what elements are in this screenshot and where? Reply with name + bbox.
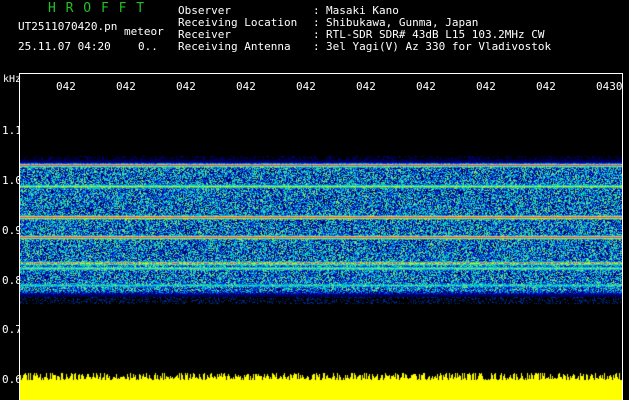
info-value-antenna: 3el Yagi(V) Az 330 for Vladivostok — [326, 40, 552, 53]
info-label-observer: Observer — [178, 4, 231, 17]
info-label-location: Receiving Location — [178, 16, 298, 29]
meteor-label: meteor — [124, 25, 164, 38]
app-title: H R O F F T — [48, 1, 146, 16]
file-name: UT2511070420.pn — [18, 20, 118, 33]
info-colon: : — [313, 16, 320, 29]
timestamp: 25.11.07 04:20 — [18, 40, 111, 53]
info-colon: : — [313, 4, 320, 17]
info-label-antenna: Receiving Antenna — [178, 40, 291, 53]
info-value-receiver: RTL-SDR SDR# 43dB L15 103.2MHz CW — [326, 28, 545, 41]
info-colon: : — [313, 28, 320, 41]
spectrogram — [20, 100, 622, 400]
info-colon: : — [313, 40, 320, 53]
meteor-count: 0.. — [138, 40, 158, 53]
info-label-receiver: Receiver — [178, 28, 231, 41]
info-value-location: Shibukawa, Gunma, Japan — [326, 16, 479, 29]
info-value-observer: Masaki Kano — [326, 4, 399, 17]
